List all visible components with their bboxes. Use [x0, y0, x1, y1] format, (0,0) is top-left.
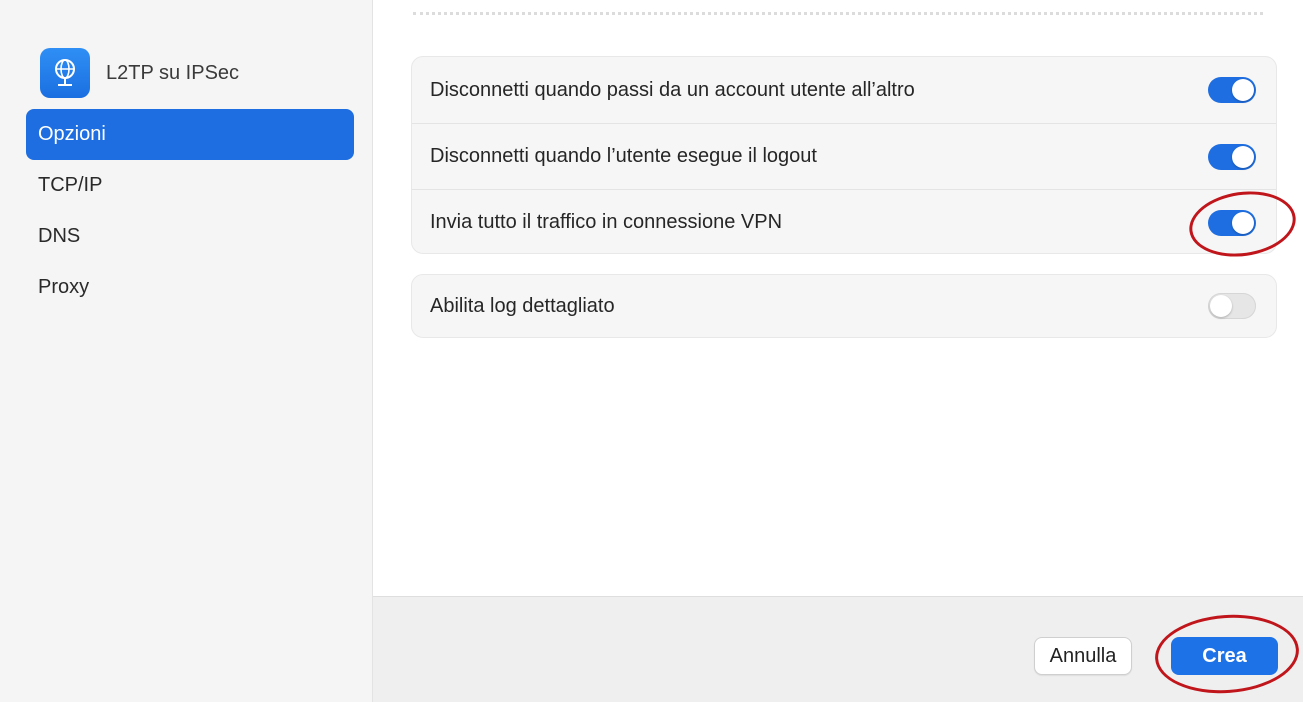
- sidebar-item-proxy[interactable]: Proxy: [26, 262, 354, 313]
- disconnect-on-logout-toggle[interactable]: [1208, 143, 1256, 170]
- option-label: Invia tutto il traffico in connessione V…: [430, 211, 783, 233]
- option-label: Disconnetti quando l’utente esegue il lo…: [430, 145, 817, 167]
- option-row: Abilita log dettagliato: [412, 275, 1276, 337]
- sidebar-nav: Opzioni TCP/IP DNS Proxy: [26, 109, 354, 313]
- logging-group: Abilita log dettagliato: [411, 274, 1277, 338]
- option-label: Abilita log dettagliato: [430, 294, 615, 317]
- footer-bar: Annulla Crea: [373, 596, 1303, 702]
- create-button[interactable]: Crea: [1171, 637, 1278, 675]
- option-label: Disconnetti quando passi da un account u…: [430, 78, 915, 101]
- divider: [413, 12, 1263, 16]
- sidebar: L2TP su IPSec Opzioni TCP/IP DNS Proxy: [0, 0, 372, 702]
- sidebar-item-dns[interactable]: DNS: [26, 211, 354, 262]
- vpn-title: L2TP su IPSec: [106, 61, 240, 84]
- option-row: Disconnetti quando l’utente esegue il lo…: [412, 123, 1276, 189]
- disconnect-on-user-switch-toggle[interactable]: [1208, 77, 1256, 103]
- vpn-header: L2TP su IPSec: [40, 48, 239, 98]
- option-row: Invia tutto il traffico in connessione V…: [412, 189, 1276, 255]
- globe-network-icon: [40, 48, 90, 98]
- main-panel: Disconnetti quando passi da un account u…: [372, 0, 1303, 702]
- cancel-button[interactable]: Annulla: [1034, 637, 1132, 675]
- send-all-traffic-toggle[interactable]: [1208, 209, 1256, 236]
- option-row: Disconnetti quando passi da un account u…: [412, 57, 1276, 123]
- verbose-logging-toggle[interactable]: [1208, 293, 1256, 319]
- sidebar-item-opzioni[interactable]: Opzioni: [26, 109, 354, 160]
- options-group: Disconnetti quando passi da un account u…: [411, 56, 1277, 254]
- sidebar-item-tcp-ip[interactable]: TCP/IP: [26, 160, 354, 211]
